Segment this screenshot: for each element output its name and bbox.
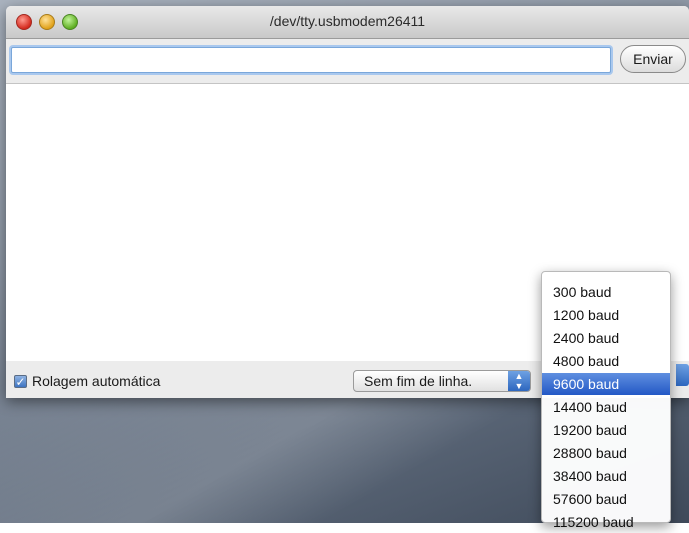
- baud-rate-select[interactable]: [676, 364, 689, 386]
- line-ending-value: Sem fim de linha.: [364, 373, 473, 389]
- line-ending-select[interactable]: Sem fim de linha. ▲ ▼: [353, 370, 531, 392]
- window-title: /dev/tty.usbmodem26411: [269, 13, 426, 29]
- baud-option[interactable]: 19200 baud: [542, 419, 670, 441]
- baud-option-selected[interactable]: 9600 baud: [542, 373, 670, 395]
- baud-option[interactable]: 38400 baud: [542, 465, 670, 487]
- baud-option[interactable]: 115200 baud: [542, 511, 670, 533]
- baud-option[interactable]: 14400 baud: [542, 396, 670, 418]
- autoscroll-label: Rolagem automática: [32, 373, 161, 389]
- title-bar[interactable]: /dev/tty.usbmodem26411: [6, 6, 689, 39]
- baud-rate-menu: 300 baud 1200 baud 2400 baud 4800 baud 9…: [541, 271, 671, 530]
- baud-option[interactable]: 4800 baud: [542, 350, 670, 372]
- autoscroll-checkbox[interactable]: ✓ Rolagem automática: [14, 373, 160, 389]
- baud-option[interactable]: 300 baud: [542, 281, 670, 303]
- baud-option[interactable]: 2400 baud: [542, 327, 670, 349]
- send-button[interactable]: Enviar: [620, 45, 686, 73]
- baud-option[interactable]: 28800 baud: [542, 442, 670, 464]
- send-input[interactable]: [11, 47, 611, 73]
- baud-option[interactable]: 1200 baud: [542, 304, 670, 326]
- baud-option[interactable]: 57600 baud: [542, 488, 670, 510]
- up-down-arrows-icon: ▲ ▼: [508, 371, 530, 391]
- checkmark-icon: ✓: [14, 374, 27, 389]
